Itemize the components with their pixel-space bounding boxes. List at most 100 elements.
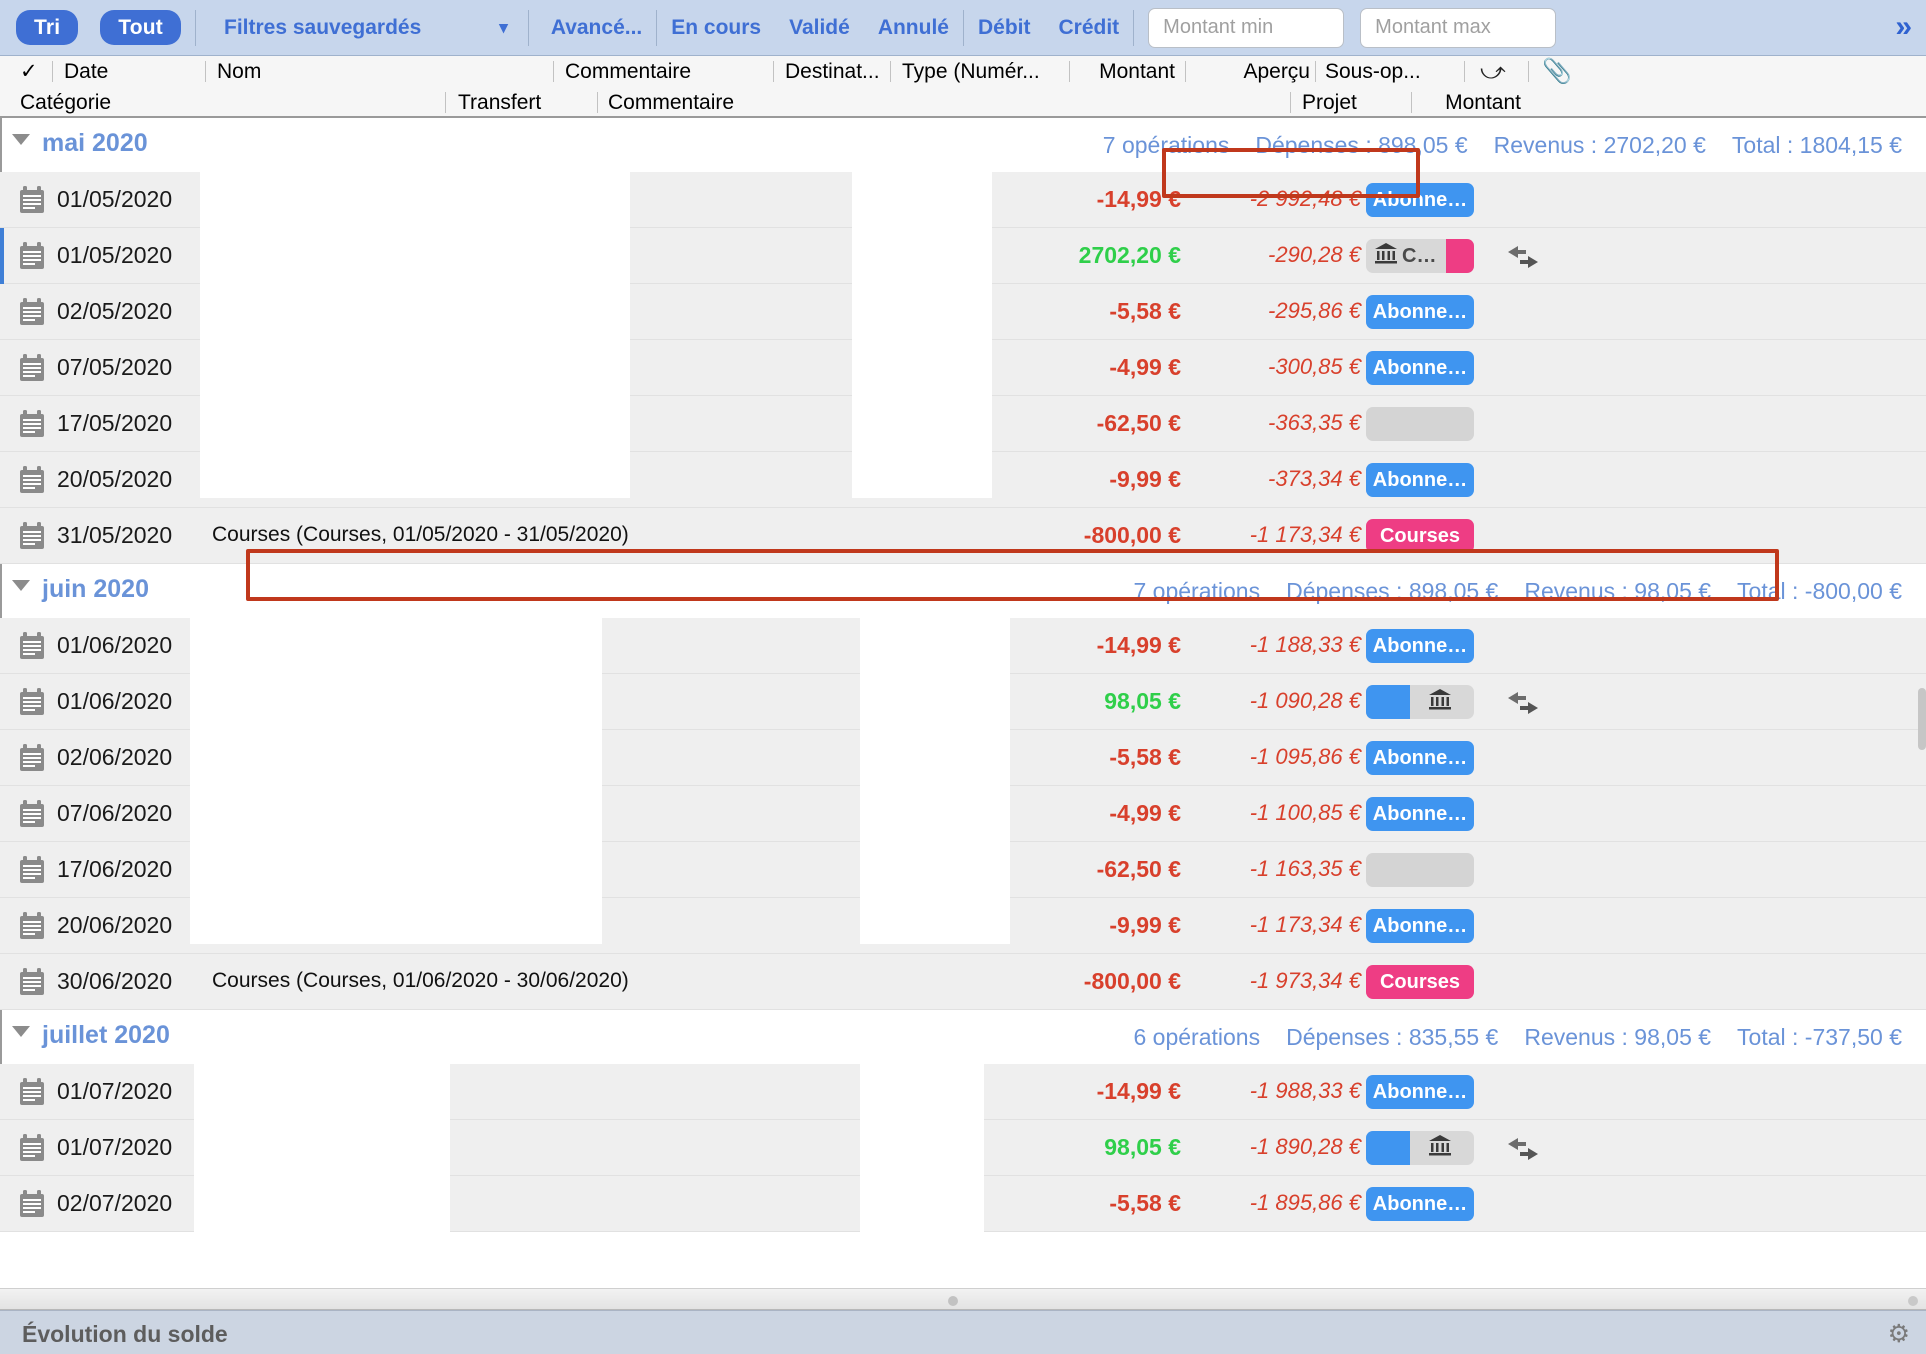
row-date: 01/05/2020 [57, 242, 173, 268]
saved-filters-label: Filtres sauvegardés [224, 15, 422, 39]
group-header[interactable]: juillet 2020 6 opérations Dépenses : 835,5… [0, 1010, 1926, 1064]
group-rows: 01/05/2020 -14,99 € -2 992,48 € Abonne… 01/0… [0, 172, 1926, 564]
col-amount-2[interactable]: Montant [1305, 87, 1521, 118]
category-tag[interactable]: Abonne… [1366, 1075, 1474, 1109]
transaction-list[interactable]: mai 2020 7 opérations Dépenses : 898,05 € R… [0, 118, 1926, 1304]
category-color-swatch [1446, 239, 1474, 273]
saved-filters-dropdown[interactable]: Filtres sauvegardés ▾ [210, 16, 508, 40]
row-balance: -1 173,34 € [1249, 522, 1361, 547]
filter-debit[interactable]: Débit [978, 16, 1031, 40]
row-selection-indicator [0, 842, 4, 898]
calendar-icon [18, 522, 46, 551]
category-tag[interactable]: Abonne… [1366, 741, 1474, 775]
table-row[interactable]: 31/05/2020 Courses (Courses, 01/05/2020 -… [0, 508, 1926, 564]
col-date[interactable]: Date [64, 56, 194, 87]
row-date: 01/07/2020 [57, 1078, 173, 1104]
group-collapse-triangle-icon[interactable] [12, 134, 30, 145]
gear-icon[interactable]: ⚙ [1888, 1319, 1910, 1349]
group-collapse-triangle-icon[interactable] [12, 580, 30, 591]
row-selection-indicator [0, 786, 4, 842]
calendar-icon [18, 800, 46, 829]
row-balance: -295,86 € [1268, 298, 1361, 323]
row-date: 17/06/2020 [57, 856, 173, 882]
row-date: 01/06/2020 [57, 632, 173, 658]
row-balance: -290,28 € [1268, 242, 1361, 267]
category-tag[interactable]: Abonne… [1366, 797, 1474, 831]
toolbar-divider [962, 9, 964, 46]
col-name[interactable]: Nom [217, 56, 517, 87]
status-bar: Évolution du solde ⚙ [0, 1310, 1926, 1354]
account-tag[interactable] [1366, 685, 1474, 719]
group-header[interactable]: mai 2020 7 opérations Dépenses : 898,05 € R… [0, 118, 1926, 172]
transfer-arrows-icon [1506, 1136, 1538, 1160]
category-tag[interactable]: Courses [1366, 965, 1474, 999]
category-tag[interactable]: Abonne… [1366, 463, 1474, 497]
col-check[interactable]: ✓ [20, 56, 44, 87]
row-date: 01/07/2020 [57, 1134, 173, 1160]
toolbar-divider [656, 9, 658, 46]
row-selection-indicator [0, 730, 4, 786]
filter-credit[interactable]: Crédit [1058, 16, 1119, 40]
account-tag[interactable]: C… [1366, 239, 1474, 273]
col-category[interactable]: Catégorie [20, 87, 320, 118]
row-amount: -800,00 € [1083, 968, 1181, 994]
filter-validated[interactable]: Validé [789, 16, 850, 40]
row-selection-indicator [0, 452, 4, 508]
account-tag[interactable] [1366, 1131, 1474, 1165]
category-tag[interactable] [1366, 407, 1474, 441]
group-collapse-triangle-icon[interactable] [12, 1026, 30, 1037]
toolbar-divider [1133, 9, 1135, 46]
category-tag[interactable]: Courses [1366, 519, 1474, 553]
col-comment-2[interactable]: Commentaire [608, 87, 858, 118]
row-amount: -5,58 € [1109, 1190, 1181, 1216]
category-tag[interactable]: Abonne… [1366, 183, 1474, 217]
sort-button[interactable]: Tri [16, 10, 79, 45]
filter-cancelled[interactable]: Annulé [878, 16, 949, 40]
row-selection-indicator [0, 172, 4, 228]
group-title: juin 2020 [42, 575, 149, 603]
category-tag[interactable]: Abonne… [1366, 1187, 1474, 1221]
row-selection-indicator [0, 508, 4, 564]
advanced-button[interactable]: Avancé... [551, 16, 642, 40]
category-tag-label: Abonne… [1372, 356, 1468, 379]
amount-max-input[interactable] [1360, 7, 1557, 48]
row-date: 02/06/2020 [57, 744, 173, 770]
row-selection-indicator [0, 396, 4, 452]
filter-pending[interactable]: En cours [671, 16, 761, 40]
row-balance: -1 988,33 € [1249, 1078, 1361, 1103]
group-revenues: Revenus : 98,05 € [1524, 1024, 1712, 1050]
col-suboperation[interactable]: Sous-op... [1325, 56, 1465, 87]
group-expenses: Dépenses : 898,05 € [1286, 578, 1499, 604]
all-button[interactable]: Tout [100, 10, 181, 45]
amount-min-input[interactable] [1148, 7, 1345, 48]
row-name: Courses (Courses, 01/06/2020 - 30/06/202… [212, 969, 629, 992]
calendar-icon [18, 912, 46, 941]
row-selection-indicator [0, 1064, 4, 1120]
group-expenses: Dépenses : 835,55 € [1286, 1024, 1499, 1050]
category-tag[interactable]: Abonne… [1366, 295, 1474, 329]
group-header[interactable]: juin 2020 7 opérations Dépenses : 898,05 €… [0, 564, 1926, 618]
transfer-arrows-icon[interactable]: ⤻ [1480, 56, 1520, 87]
vertical-scrollbar[interactable] [1918, 688, 1926, 750]
col-preview[interactable]: Aperçu [1120, 56, 1310, 87]
table-row[interactable]: 30/06/2020 Courses (Courses, 01/06/2020 -… [0, 954, 1926, 1010]
redacted-content-block [860, 618, 1010, 944]
paperclip-icon[interactable]: 📎 [1542, 56, 1582, 87]
category-tag[interactable]: Abonne… [1366, 909, 1474, 943]
group-revenues: Revenus : 98,05 € [1524, 578, 1712, 604]
toolbar-expand-button[interactable]: » [1895, 10, 1912, 44]
category-tag[interactable] [1366, 853, 1474, 887]
col-comment[interactable]: Commentaire [565, 56, 815, 87]
horizontal-scrollbar[interactable] [0, 1288, 1926, 1310]
scrollbar-knob-end[interactable] [1908, 1296, 1918, 1306]
scrollbar-knob[interactable] [948, 1296, 958, 1306]
row-amount: 98,05 € [1104, 1134, 1181, 1160]
category-tag-label: Abonne… [1372, 802, 1468, 825]
category-tag[interactable]: Abonne… [1366, 351, 1474, 385]
group-operations-count: 7 opérations [1102, 132, 1230, 158]
category-tag[interactable]: Abonne… [1366, 629, 1474, 663]
calendar-icon [18, 186, 46, 215]
account-tag-label: C… [1402, 244, 1437, 267]
column-header: ✓ Date Nom Commentaire Destinat... Type … [0, 56, 1926, 118]
redacted-content-block [860, 1064, 984, 1288]
